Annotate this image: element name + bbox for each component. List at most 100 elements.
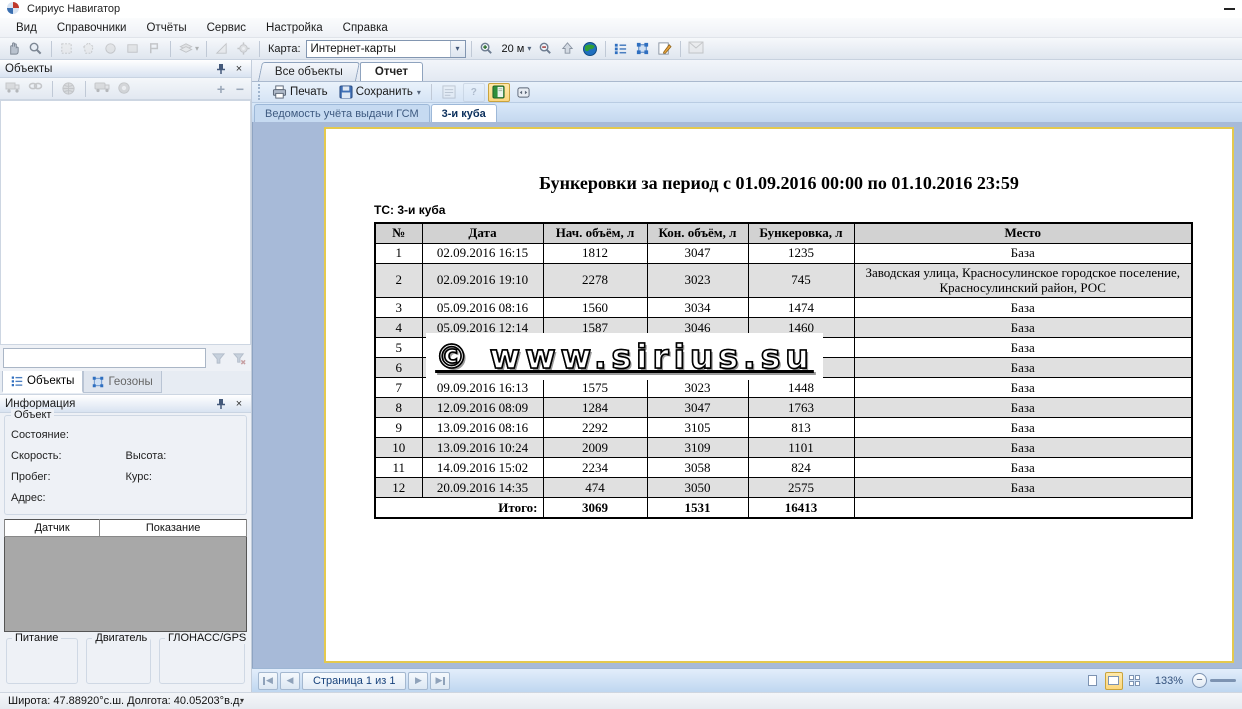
ruler-icon[interactable] (212, 39, 232, 59)
total-bunkering: 16413 (748, 498, 854, 518)
link-objects-icon[interactable] (26, 79, 46, 99)
cell-start-volume: 1560 (543, 298, 647, 318)
zoom-in-icon[interactable] (477, 39, 497, 59)
track-vehicle-icon[interactable] (92, 79, 112, 99)
objects-list[interactable] (0, 100, 251, 345)
report-viewport[interactable]: Бункеровки за период с 01.09.2016 00:00 … (252, 122, 1242, 668)
geozone-icon[interactable] (633, 39, 653, 59)
cell-place: База (854, 378, 1192, 398)
first-page-button[interactable]: ◀ (258, 672, 278, 690)
cell-number: 9 (375, 418, 422, 438)
app-logo-icon (6, 1, 22, 17)
home-view-icon[interactable] (558, 39, 578, 59)
globe-icon[interactable] (580, 39, 600, 59)
show-all-map-icon[interactable] (59, 79, 79, 99)
close-icon[interactable]: × (232, 397, 246, 411)
rect-tool-icon[interactable] (123, 39, 143, 59)
pin-icon[interactable] (214, 62, 228, 76)
cell-place: База (854, 398, 1192, 418)
cell-bunkering: 824 (748, 458, 854, 478)
scale-select[interactable]: 20 м ▾ (499, 39, 535, 59)
filter-input[interactable] (3, 348, 206, 368)
last-page-button[interactable]: ▶ (430, 672, 450, 690)
layers-icon[interactable]: ▾ (176, 39, 201, 59)
report-help-icon[interactable]: ? (463, 83, 485, 102)
zoom-out-icon[interactable] (536, 39, 556, 59)
cell-bunkering: 813 (748, 418, 854, 438)
page-view-button[interactable] (488, 83, 510, 102)
table-row: 3 05.09.2016 08:16 1560 3034 1474 База (375, 298, 1192, 318)
prev-page-button[interactable]: ◀ (280, 672, 300, 690)
zoom-out-button[interactable]: − (1192, 673, 1207, 688)
collapse-all-icon[interactable]: − (232, 81, 248, 97)
route-tool-icon[interactable] (145, 39, 165, 59)
mileage-label: Пробег: (11, 471, 126, 483)
select-rect-icon[interactable] (57, 39, 77, 59)
settings-gear-icon[interactable] (234, 39, 254, 59)
minimize-button[interactable] (1222, 3, 1236, 15)
sensor-table-empty-body (5, 537, 247, 632)
cell-bunkering: 1101 (748, 438, 854, 458)
zoom-percentage: 133% (1155, 675, 1183, 687)
cell-number: 10 (375, 438, 422, 458)
mail-icon[interactable] (686, 39, 706, 59)
table-row: 7 09.09.2016 16:13 1575 3023 1448 База (375, 378, 1192, 398)
select-polygon-icon[interactable] (79, 39, 99, 59)
tab-fuel-sheet[interactable]: Ведомость учёта выдачи ГСМ (254, 104, 430, 122)
tab-3-kuba[interactable]: 3-и куба (431, 104, 497, 122)
cell-bunkering: 1763 (748, 398, 854, 418)
report-column-header: № (375, 223, 422, 243)
menu-item[interactable]: Сервис (197, 20, 256, 36)
menu-item[interactable]: Отчёты (136, 20, 196, 36)
map-select[interactable]: Интернет-карты ▾ (306, 40, 466, 58)
save-button[interactable]: Сохранить ▾ (335, 83, 425, 102)
expand-all-icon[interactable]: + (213, 81, 229, 97)
save-dropdown-arrow[interactable]: ▾ (417, 88, 421, 97)
page-width-button[interactable] (513, 83, 535, 102)
tab-all-objects[interactable]: Все объекты (258, 62, 360, 81)
menu-item[interactable]: Справочники (47, 20, 137, 36)
table-row: 2 02.09.2016 19:10 2278 3023 745 Заводск… (375, 263, 1192, 298)
print-button[interactable]: Печать (268, 83, 332, 102)
layers-dropdown-arrow: ▾ (195, 44, 199, 53)
pin-icon[interactable] (214, 397, 228, 411)
report-tab-strip: Ведомость учёта выдачи ГСМ 3-и куба (252, 103, 1242, 122)
apply-filter-icon[interactable] (209, 349, 227, 367)
next-page-button[interactable]: ▶ (408, 672, 428, 690)
clear-filter-icon[interactable] (230, 349, 248, 367)
tab-report[interactable]: Отчет (360, 62, 423, 81)
fit-width-view-button[interactable] (1105, 672, 1123, 690)
cell-place: База (854, 298, 1192, 318)
tab-report-label: Отчет (375, 66, 408, 78)
zoom-select-icon[interactable] (26, 39, 46, 59)
sensor-column-header[interactable]: Показание (100, 520, 247, 537)
menu-item[interactable]: Настройка (256, 20, 333, 36)
multi-page-view-button[interactable] (1126, 672, 1144, 690)
map-select-arrow-icon[interactable]: ▾ (450, 41, 465, 57)
status-dropdown-arrow[interactable]: ▾ (240, 696, 244, 705)
sensor-column-header[interactable]: Датчик (5, 520, 100, 537)
zoom-slider[interactable] (1210, 679, 1236, 682)
edit-note-icon[interactable] (655, 39, 675, 59)
cell-bunkering: 1448 (748, 378, 854, 398)
locate-object-icon[interactable] (115, 79, 135, 99)
tab-objects[interactable]: Объекты (2, 371, 83, 393)
circle-tool-icon[interactable] (101, 39, 121, 59)
object-list-icon[interactable] (611, 39, 631, 59)
report-column-header: Нач. объём, л (543, 223, 647, 243)
menu-item[interactable]: Справка (333, 20, 398, 36)
single-page-view-button[interactable] (1084, 672, 1102, 690)
cell-number: 8 (375, 398, 422, 418)
report-settings-icon[interactable] (438, 83, 460, 102)
tab-geozones[interactable]: Геозоны (83, 371, 161, 393)
menu-item[interactable]: Вид (6, 20, 47, 36)
cell-place: База (854, 458, 1192, 478)
close-icon[interactable]: × (232, 62, 246, 76)
cell-number: 6 (375, 358, 422, 378)
cell-place: База (854, 478, 1192, 498)
sensor-table-header: ДатчикПоказание (5, 520, 247, 537)
cell-number: 2 (375, 263, 422, 298)
cell-place: Заводская улица, Красносулинское городск… (854, 263, 1192, 298)
add-vehicle-icon[interactable] (3, 79, 23, 99)
pan-hand-icon[interactable] (4, 39, 24, 59)
